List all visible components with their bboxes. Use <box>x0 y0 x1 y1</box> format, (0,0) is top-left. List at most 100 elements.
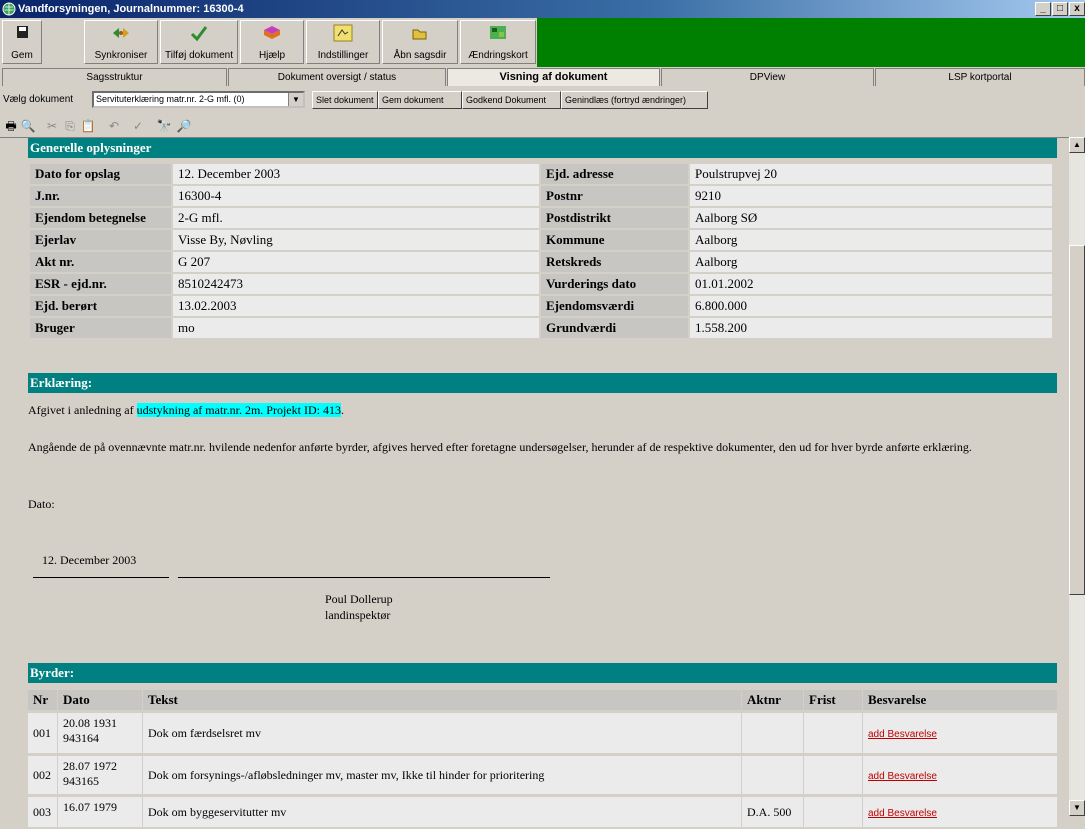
chevron-down-icon[interactable]: ▼ <box>288 93 303 106</box>
tab-lsp-kortportal[interactable]: LSP kortportal <box>875 68 1085 86</box>
vertical-scrollbar[interactable]: ▲ ▼ <box>1069 137 1085 816</box>
settings-button[interactable]: Indstillinger <box>306 20 380 64</box>
info-key: Ejerlav <box>30 230 171 250</box>
info-key: Ejendomsværdi <box>541 296 688 316</box>
undo-icon[interactable]: ↶ <box>106 118 122 134</box>
general-info-row: J.nr. 16300-4 Postnr 9210 <box>30 186 1052 206</box>
document-bar: Vælg dokument Servituterklæring matr.nr.… <box>0 89 1085 111</box>
burden-response-cell: add Besvarelse <box>863 713 1057 753</box>
add-response-link[interactable]: add Besvarelse <box>868 771 937 782</box>
tab-sagsstruktur[interactable]: Sagsstruktur <box>2 68 227 86</box>
sync-icon <box>113 28 129 38</box>
find-replace-icon[interactable]: 🔎 <box>176 118 192 134</box>
tab-visning-af-dokument[interactable]: Visning af dokument <box>447 68 660 86</box>
burden-date: 28.07 1972 943165 <box>58 756 142 794</box>
select-document-label: Vælg dokument <box>3 94 74 105</box>
help-button[interactable]: Hjælp <box>240 20 304 64</box>
col-frist-header: Frist <box>804 690 862 710</box>
declaration-line1: Afgivet i anledning af udstykning af mat… <box>28 403 344 417</box>
add-document-icon <box>190 26 208 42</box>
burden-deadline <box>804 713 862 753</box>
burdens-header: Byrder: <box>28 663 1057 683</box>
add-response-link[interactable]: add Besvarelse <box>868 729 937 740</box>
date-underline <box>33 577 169 578</box>
add-response-link[interactable]: add Besvarelse <box>868 808 937 819</box>
save-document-button[interactable]: Gem dokument <box>378 91 462 109</box>
burden-deadline <box>804 756 862 794</box>
burden-response-cell: add Besvarelse <box>863 797 1057 827</box>
print-preview-icon[interactable]: 🔍 <box>20 118 36 134</box>
delete-document-button[interactable]: Slet dokument <box>312 91 378 109</box>
save-button[interactable]: Gem <box>2 20 42 64</box>
info-key: Grundværdi <box>541 318 688 338</box>
general-info-row: ESR - ejd.nr. 8510242473 Vurderings dato 01… <box>30 274 1052 294</box>
spellcheck-icon[interactable]: ✓ <box>130 118 146 134</box>
settings-icon <box>333 24 353 42</box>
floppy-disk-icon <box>17 26 28 38</box>
copy-icon[interactable]: ⎘ <box>62 118 78 134</box>
synchronize-button[interactable]: Synkroniser <box>84 20 158 64</box>
signature-date: 12. December 2003 <box>42 553 137 567</box>
burden-doc-number: 943164 <box>63 731 99 745</box>
burden-text: Dok om færdselsret mv <box>143 713 741 753</box>
maximize-button[interactable]: □ <box>1052 2 1068 16</box>
tab-dpview[interactable]: DPView <box>661 68 874 86</box>
open-case-dir-button[interactable]: Åbn sagsdir <box>382 20 458 64</box>
document-select[interactable]: Servituterklæring matr.nr. 2-G mfl. (0) … <box>92 91 305 108</box>
add-document-button[interactable]: Tilføj dokument <box>160 20 238 64</box>
burden-date-value: 28.07 1972 <box>63 759 117 773</box>
help-book-icon <box>264 26 280 39</box>
info-key: ESR - ejd.nr. <box>30 274 171 294</box>
info-value: 2-G mfl. <box>173 208 539 228</box>
signer-title: landinspektør <box>325 608 391 622</box>
scroll-down-icon[interactable]: ▼ <box>1069 800 1085 816</box>
info-value: 01.01.2002 <box>690 274 1052 294</box>
burden-deadline <box>804 797 862 827</box>
find-icon[interactable]: 🔭 <box>156 118 172 134</box>
info-key: Ejd. adresse <box>541 164 688 184</box>
info-key: Vurderings dato <box>541 274 688 294</box>
info-key: Ejd. berørt <box>30 296 171 316</box>
tab-dokument-oversigt[interactable]: Dokument oversigt / status <box>228 68 446 86</box>
info-value: Visse By, Nøvling <box>173 230 539 250</box>
info-value: 16300-4 <box>173 186 539 206</box>
info-value: Poulstrupvej 20 <box>690 164 1052 184</box>
change-map-icon <box>490 26 506 39</box>
date-label: Dato: <box>28 497 55 511</box>
globe-app-icon <box>2 2 16 16</box>
paste-icon[interactable]: 📋 <box>80 118 96 134</box>
window-titlebar: Vandforsyningen, Journalnummer: 16300-4 … <box>0 0 1085 18</box>
info-value: 9210 <box>690 186 1052 206</box>
info-value: Aalborg <box>690 230 1052 250</box>
general-info-row: Dato for opslag 12. December 2003 Ejd. adr… <box>30 164 1052 184</box>
burden-aktnr <box>742 756 803 794</box>
general-info-row: Ejerlav Visse By, Nøvling Kommune Aalborg <box>30 230 1052 250</box>
col-aktnr-header: Aktnr <box>742 690 803 710</box>
close-button[interactable]: x <box>1069 2 1085 16</box>
approve-document-button[interactable]: Godkend Dokument <box>462 91 561 109</box>
declaration-paragraph: Angående de på ovennævnte matr.nr. hvile… <box>28 440 972 454</box>
minimize-button[interactable]: _ <box>1035 2 1051 16</box>
signer-name: Poul Dollerup <box>325 592 393 606</box>
print-icon[interactable]: 🖶 <box>3 118 19 134</box>
window-title: Vandforsyningen, Journalnummer: 16300-4 <box>18 3 244 15</box>
open-folder-icon <box>412 29 427 40</box>
burden-doc-number: 943165 <box>63 774 99 788</box>
reload-document-button[interactable]: Genindlæs (fortryd ændringer) <box>561 91 708 109</box>
info-key: Akt nr. <box>30 252 171 272</box>
declaration-header: Erklæring: <box>28 373 1057 393</box>
burden-aktnr: D.A. 500 <box>742 797 803 827</box>
general-info-row: Ejendom betegnelse 2-G mfl. Postdistrikt Aa… <box>30 208 1052 228</box>
change-map-button[interactable]: Ændringskort <box>460 20 536 64</box>
info-value: mo <box>173 318 539 338</box>
burden-date: 16.07 1979 <box>58 797 142 827</box>
cut-icon[interactable]: ✂ <box>44 118 60 134</box>
burden-date-value: 20.08 1931 <box>63 716 117 730</box>
info-key: J.nr. <box>30 186 171 206</box>
tab-strip: Sagsstruktur Dokument oversigt / status … <box>0 68 1085 86</box>
scroll-thumb[interactable] <box>1069 245 1085 595</box>
scroll-up-icon[interactable]: ▲ <box>1069 137 1085 153</box>
burden-text: Dok om forsynings-/afløbsledninger mv, m… <box>143 756 741 794</box>
info-key: Dato for opslag <box>30 164 171 184</box>
general-info-header: Generelle oplysninger <box>28 138 1057 158</box>
